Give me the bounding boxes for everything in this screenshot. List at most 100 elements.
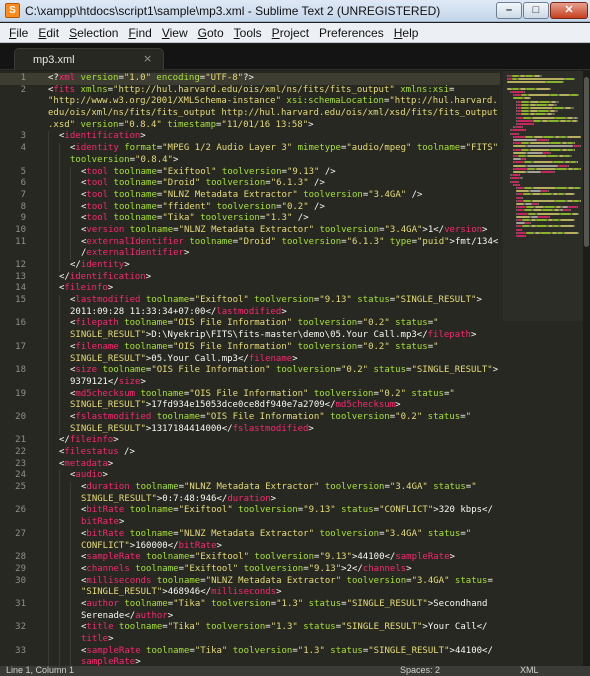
code-line[interactable]: 33 <sampleRate toolname="Tika" toolversio… bbox=[0, 645, 500, 658]
code-token: "9.13" bbox=[286, 166, 320, 177]
code-line[interactable]: 27 <bitRate toolname="NLNZ Metadata Extra… bbox=[0, 528, 500, 541]
code-line[interactable]: 21 </fileinfo> bbox=[0, 435, 500, 447]
line-code: <filestatus /> bbox=[59, 447, 135, 459]
line-code: <tool toolname="Exiftool" toolversion="9… bbox=[81, 167, 336, 179]
code-line[interactable]: 29 <channels toolname="Exiftool" toolvers… bbox=[0, 563, 500, 576]
minimap-token bbox=[539, 100, 550, 103]
code-line[interactable]: 14 <fileinfo> bbox=[0, 283, 500, 296]
code-line[interactable]: 28 <sampleRate toolname="Exiftool" toolve… bbox=[0, 552, 500, 564]
code-token: filepath bbox=[75, 318, 119, 329]
code-token: </ bbox=[59, 271, 70, 282]
code-line[interactable]: 5 <tool toolname="Exiftool" toolversion="… bbox=[0, 166, 500, 179]
code-line[interactable]: sampleRate> bbox=[0, 657, 500, 666]
menu-find[interactable]: Find bbox=[123, 24, 156, 42]
code-line[interactable]: toolversion="0.8.4"> bbox=[0, 154, 500, 167]
code-line[interactable]: 17 <filename toolname="OIS File Informati… bbox=[0, 341, 500, 354]
maximize-button[interactable]: □ bbox=[523, 2, 549, 19]
code-line[interactable]: Serenade</author> bbox=[0, 610, 500, 623]
minimap[interactable] bbox=[503, 71, 583, 321]
close-window-button[interactable]: ✕ bbox=[550, 2, 588, 19]
menu-goto[interactable]: Goto bbox=[193, 24, 229, 42]
minimap-token bbox=[514, 161, 524, 164]
code-line[interactable]: 20 <fslastmodified toolname="OIS File Inf… bbox=[0, 411, 500, 424]
indent-guide bbox=[59, 388, 60, 401]
menu-file[interactable]: File bbox=[4, 24, 33, 42]
code-line[interactable]: "http://www.w3.org/2001/XMLSchema-instan… bbox=[0, 96, 500, 108]
vertical-scrollbar[interactable] bbox=[583, 71, 590, 666]
code-line[interactable]: 9 <tool toolname="Tika" toolversion="1.3"… bbox=[0, 213, 500, 225]
code-line[interactable]: 32 <title toolname="Tika" toolversion="1.… bbox=[0, 622, 500, 634]
minimap-token bbox=[513, 97, 523, 100]
code-line[interactable]: 18 <size toolname="OIS File Information" … bbox=[0, 365, 500, 377]
code-line[interactable]: 7 <tool toolname="NLNZ Metadata Extractor… bbox=[0, 189, 500, 202]
tab-mp3-xml[interactable]: mp3.xml × bbox=[14, 48, 164, 70]
code-line[interactable]: 1 <?xml version="1.0" encoding="UTF-8"?> bbox=[0, 73, 500, 85]
code-token: > bbox=[270, 493, 277, 504]
menu-selection[interactable]: Selection bbox=[64, 24, 123, 42]
code-token: "0.2" bbox=[362, 341, 390, 352]
code-editor[interactable]: 1 <?xml version="1.0" encoding="UTF-8"?> 2… bbox=[0, 71, 590, 666]
syntax-mode[interactable]: XML bbox=[520, 666, 539, 676]
tab-close-icon[interactable]: × bbox=[143, 52, 152, 66]
code-lines[interactable]: 1 <?xml version="1.0" encoding="UTF-8"?> 2… bbox=[0, 73, 500, 666]
code-token: > bbox=[167, 610, 174, 621]
code-line[interactable]: SINGLE_RESULT">0:7:48:946</duration> bbox=[0, 493, 500, 506]
code-line[interactable]: 19 <md5checksum toolname="OIS File Inform… bbox=[0, 388, 500, 401]
code-line[interactable]: CONFLICT">160000</bitRate> bbox=[0, 540, 500, 553]
code-line[interactable]: title> bbox=[0, 634, 500, 646]
code-line[interactable]: 8 <tool toolname="ffident" toolversion="0… bbox=[0, 201, 500, 214]
line-number: 9 bbox=[20, 213, 26, 224]
code-line[interactable]: .xsd" version="0.8.4" timestamp="11/01/1… bbox=[0, 120, 500, 132]
code-line[interactable]: 26 <bitRate toolname="Exiftool" toolversi… bbox=[0, 505, 500, 518]
menu-accelerator: F bbox=[128, 25, 136, 40]
code-line[interactable]: 31 <author toolname="Tika" toolversion="1… bbox=[0, 598, 500, 611]
code-line[interactable]: 24 <audio> bbox=[0, 470, 500, 483]
indentation-setting[interactable]: Spaces: 2 bbox=[400, 666, 440, 676]
scrollbar-thumb[interactable] bbox=[584, 77, 589, 247]
menu-preferences[interactable]: Preferences bbox=[314, 24, 389, 42]
code-line[interactable]: SINGLE_RESULT" > D:\Nyekrip\FITS\fits-mast… bbox=[0, 330, 500, 342]
code-token: "CONFLICT" bbox=[379, 505, 434, 516]
menu-help[interactable]: Help bbox=[389, 24, 424, 42]
code-line[interactable]: 9379121</size> bbox=[0, 376, 500, 389]
line-number: 28 bbox=[15, 552, 26, 563]
code-line[interactable]: 10 <version toolname="NLNZ Metadata Extra… bbox=[0, 224, 500, 237]
menu-edit[interactable]: Edit bbox=[33, 24, 64, 42]
code-line[interactable]: 13 </identification> bbox=[0, 271, 500, 284]
minimize-button[interactable]: – bbox=[496, 2, 522, 19]
code-token: version bbox=[75, 73, 119, 83]
code-line[interactable]: SINGLE_RESULT" >05.Your Call.mp3</filenam… bbox=[0, 353, 500, 366]
indent-guide bbox=[59, 213, 60, 225]
menu-project[interactable]: Project bbox=[267, 24, 314, 42]
menu-tools[interactable]: Tools bbox=[229, 24, 267, 42]
code-line[interactable]: SINGLE_RESULT" >17fd934e15053dce0ce8df940… bbox=[0, 400, 500, 412]
code-token: "SINGLE_RESULT" bbox=[341, 622, 423, 633]
line-code: SINGLE_RESULT" >05.Your Call.mp3</filenam… bbox=[70, 354, 298, 366]
code-line[interactable]: 22 <filestatus /> bbox=[0, 447, 500, 459]
minimap-token bbox=[521, 142, 529, 145]
code-line[interactable]: 2011:09:28 11:33:34+07:00</lastmodified> bbox=[0, 306, 500, 319]
indent-guide bbox=[59, 634, 60, 646]
code-line[interactable]: bitRate> bbox=[0, 517, 500, 529]
minimap-token bbox=[530, 148, 550, 151]
code-line[interactable]: 15 <lastmodified toolname="Exiftool" tool… bbox=[0, 295, 500, 307]
code-line[interactable]: 6 <tool toolname="Droid" toolversion="6.1… bbox=[0, 178, 500, 190]
code-line[interactable]: 2 <fits xmlns="http://hul.harvard.edu/ois… bbox=[0, 85, 500, 97]
code-token: "1.3" bbox=[265, 213, 293, 224]
code-line[interactable]: 12 </identity> bbox=[0, 260, 500, 272]
code-line[interactable]: 11 <externalIdentifier toolname="Droid" t… bbox=[0, 236, 500, 249]
menu-view[interactable]: View bbox=[157, 24, 193, 42]
code-line[interactable]: 3 <identification> bbox=[0, 131, 500, 144]
code-line[interactable]: "SINGLE_RESULT">468946</milliseconds> bbox=[0, 587, 500, 599]
code-line[interactable]: 16 <filepath toolname="OIS File Informati… bbox=[0, 318, 500, 331]
indent-guide bbox=[48, 540, 49, 553]
code-line[interactable]: 25 <duration toolname="NLNZ Metadata Extr… bbox=[0, 482, 500, 494]
code-line[interactable]: 30 <milliseconds toolname="NLNZ Metadata … bbox=[0, 575, 500, 588]
code-line[interactable]: /externalIdentifier> bbox=[0, 248, 500, 260]
code-token: author bbox=[86, 598, 119, 609]
code-line[interactable]: edu/ois/xml/ns/fits/fits_output http://h… bbox=[0, 108, 500, 120]
code-line[interactable]: 4 <identity format="MPEG 1/2 Audio Layer … bbox=[0, 143, 500, 155]
code-line[interactable]: 23 <metadata> bbox=[0, 458, 500, 471]
line-code: SINGLE_RESULT">0:7:48:946</duration> bbox=[81, 494, 276, 506]
code-line[interactable]: SINGLE_RESULT" >1317184414000</fslastmodi… bbox=[0, 423, 500, 436]
